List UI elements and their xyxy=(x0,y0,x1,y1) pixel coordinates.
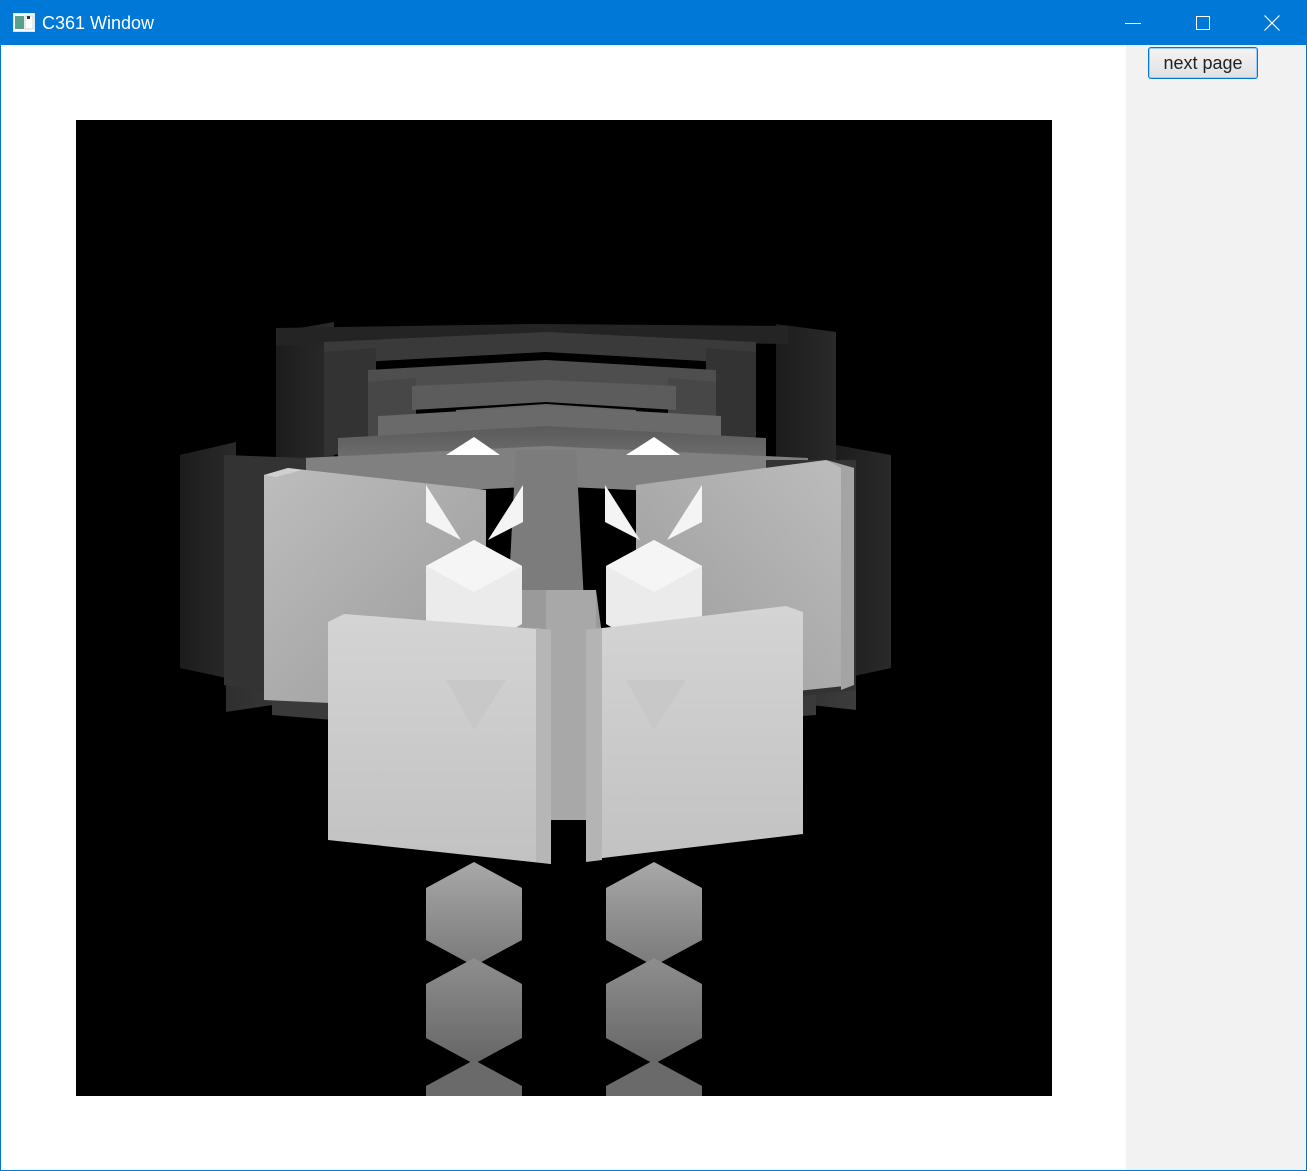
minimize-button[interactable] xyxy=(1098,1,1168,45)
app-icon xyxy=(13,13,35,32)
left-body-panel-edge xyxy=(536,628,551,864)
minimize-icon xyxy=(1125,23,1141,24)
left-leg xyxy=(426,862,522,1096)
left-body-panel xyxy=(328,614,551,864)
depth-render-image xyxy=(180,322,891,1096)
title-bar[interactable]: C361 Window xyxy=(1,1,1306,45)
render-viewport[interactable] xyxy=(76,120,1052,1096)
eye-highlight xyxy=(605,485,640,540)
close-icon xyxy=(1264,15,1280,31)
client-area: next page xyxy=(1,45,1306,1170)
right-leg xyxy=(606,862,702,1096)
side-panel: next page xyxy=(1126,45,1306,1170)
maximize-icon xyxy=(1196,16,1210,30)
right-body-panel-edge xyxy=(586,628,602,862)
right-body-panel xyxy=(586,606,803,860)
app-window: C361 Window next page xyxy=(0,0,1307,1171)
maximize-button[interactable] xyxy=(1168,1,1238,45)
close-button[interactable] xyxy=(1237,1,1307,45)
window-title: C361 Window xyxy=(42,13,155,33)
next-page-button[interactable]: next page xyxy=(1148,47,1258,79)
